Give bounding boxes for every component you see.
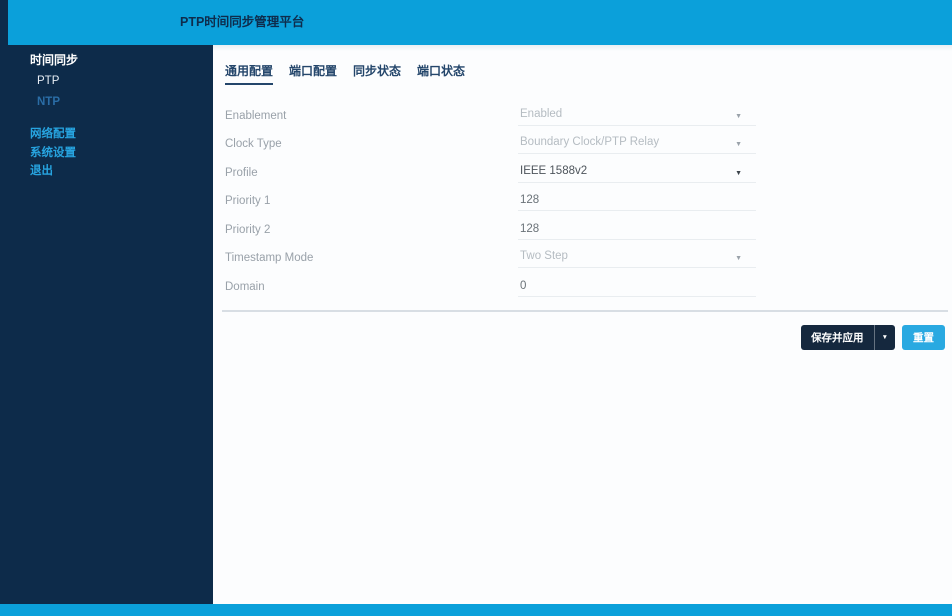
app-title: PTP时间同步管理平台 <box>180 15 305 29</box>
priority1-label: Priority 1 <box>225 195 271 207</box>
profile-select[interactable]: IEEE 1588v2 ▼ <box>518 165 756 183</box>
tab-sync-status[interactable]: 同步状态 <box>353 62 401 85</box>
sidebar-item-logout[interactable]: 退出 <box>0 162 213 181</box>
save-and-apply-label: 保存并应用 <box>811 331 864 344</box>
profile-label: Profile <box>225 166 258 179</box>
domain-label: Domain <box>225 280 265 293</box>
form-row-priority2: Priority 2 <box>225 211 952 240</box>
tab-port-status[interactable]: 端口状态 <box>417 62 465 85</box>
priority1-field <box>518 194 756 211</box>
clock-type-value: Boundary Clock/PTP Relay <box>520 136 660 148</box>
timestamp-mode-value: Two Step <box>520 250 568 262</box>
timestamp-mode-select: Two Step ▼ <box>518 250 756 268</box>
tab-general-config[interactable]: 通用配置 <box>225 62 274 85</box>
reset-button[interactable]: 重置 <box>902 324 945 350</box>
clock-type-select: Boundary Clock/PTP Relay ▼ <box>518 136 756 154</box>
profile-value: IEEE 1588v2 <box>520 164 588 177</box>
enablement-label: Enablement <box>225 109 287 122</box>
action-bar: 保存并应用 ▼ 重置 <box>225 324 952 350</box>
domain-field <box>518 279 756 297</box>
general-config-form: Enablement Enabled ▼ Clock Type Boundary… <box>225 97 952 297</box>
sidebar-item-network-config[interactable]: 网络配置 <box>0 125 213 144</box>
priority2-input[interactable] <box>520 222 756 235</box>
page: 时间同步 PTP NTP 网络配置 系统设置 退出 PTP时间同步管理平台 通用… <box>0 0 952 616</box>
tab-port-config[interactable]: 端口配置 <box>289 62 337 85</box>
tab-bar: 通用配置 端口配置 同步状态 端口状态 <box>225 62 952 85</box>
form-row-profile: Profile IEEE 1588v2 ▼ <box>225 154 952 183</box>
priority2-field <box>518 222 756 240</box>
form-row-clock-type: Clock Type Boundary Clock/PTP Relay ▼ <box>225 126 952 154</box>
enablement-value: Enabled <box>520 107 563 120</box>
form-row-enablement: Enablement Enabled ▼ <box>225 97 952 126</box>
priority2-label: Priority 2 <box>225 223 271 236</box>
timestamp-mode-label: Timestamp Mode <box>225 252 314 264</box>
clock-type-label: Clock Type <box>225 138 282 150</box>
save-and-apply-button[interactable]: 保存并应用 ▼ <box>801 324 895 350</box>
sidebar-item-ptp[interactable]: PTP <box>0 71 213 92</box>
sidebar-item-time-sync[interactable]: 时间同步 <box>0 50 213 71</box>
bottom-bar <box>0 604 952 616</box>
sidebar: 时间同步 PTP NTP 网络配置 系统设置 退出 <box>0 0 213 604</box>
main-content: 通用配置 端口配置 同步状态 端口状态 Enablement Enabled ▼… <box>213 45 952 604</box>
form-row-priority1: Priority 1 <box>225 183 952 211</box>
domain-input[interactable] <box>520 279 756 292</box>
sidebar-item-ntp[interactable]: NTP <box>0 92 213 113</box>
form-divider <box>222 309 948 312</box>
form-row-timestamp-mode: Timestamp Mode Two Step ▼ <box>225 240 952 268</box>
priority1-input[interactable] <box>520 194 756 206</box>
enablement-select: Enabled ▼ <box>518 108 756 126</box>
form-row-domain: Domain <box>225 268 952 297</box>
save-options-caret[interactable]: ▼ <box>873 324 895 350</box>
top-bar: PTP时间同步管理平台 <box>8 0 952 45</box>
chevron-down-icon: ▼ <box>881 333 888 341</box>
sidebar-item-system-settings[interactable]: 系统设置 <box>0 144 213 163</box>
